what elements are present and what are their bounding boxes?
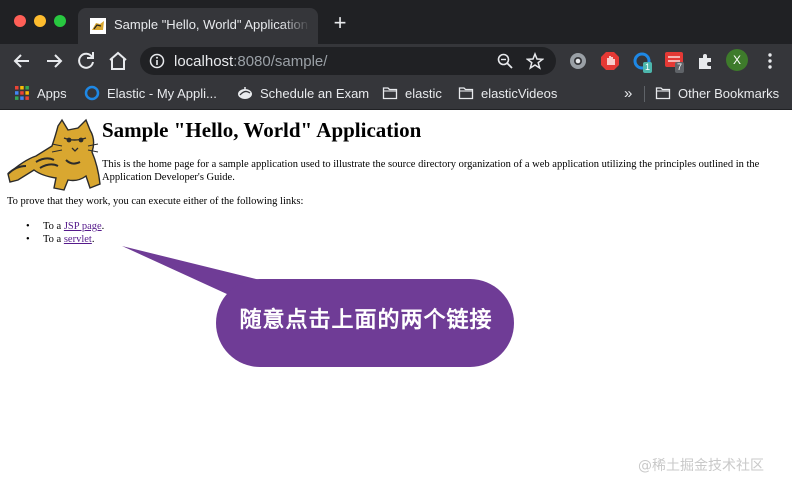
adblock-hand-icon[interactable] xyxy=(600,51,620,71)
bookmark-label: elastic xyxy=(405,85,442,101)
extension-blue-ring-icon[interactable]: 1 xyxy=(632,51,653,73)
url-path: :8080/sample/ xyxy=(233,53,328,70)
bookmark-label: Elastic - My Appli... xyxy=(107,85,217,101)
bookmark-label: Apps xyxy=(37,85,67,101)
bookmark-schedule-exam[interactable]: Schedule an Exam xyxy=(237,84,369,102)
annotation-text: 随意点击上面的两个链接 xyxy=(239,308,493,333)
web-page-content: Sample "Hello, World" Application This i… xyxy=(0,110,792,479)
folder-icon xyxy=(655,87,671,100)
browser-toolbar: localhost:8080/sample/ 1 7 X xyxy=(0,44,792,78)
tomcat-logo-icon xyxy=(7,118,101,191)
other-bookmarks-folder[interactable]: Other Bookmarks xyxy=(655,84,779,102)
bookmark-folder-elastic[interactable]: elastic xyxy=(382,84,442,102)
bookmark-label: Other Bookmarks xyxy=(678,85,780,101)
bookmark-folder-elasticvideos[interactable]: elasticVideos xyxy=(458,84,557,102)
browser-tab[interactable]: Sample "Hello, World" Application xyxy=(78,8,318,44)
minimize-window-button[interactable] xyxy=(34,15,46,27)
link-suffix: . xyxy=(91,234,95,245)
url-text[interactable]: localhost:8080/sample/ xyxy=(174,53,327,70)
new-tab-button[interactable]: + xyxy=(330,12,350,34)
watermark-text: @稀土掘金技术社区 xyxy=(638,458,764,474)
close-window-button[interactable] xyxy=(14,15,26,27)
zoom-window-button[interactable] xyxy=(54,15,66,27)
site-info-icon[interactable] xyxy=(149,53,165,69)
tab-title: Sample "Hello, World" Application xyxy=(114,17,308,32)
apps-grid-icon xyxy=(15,86,29,100)
tab-strip: Sample "Hello, World" Application + xyxy=(0,0,792,44)
back-arrow-icon[interactable] xyxy=(10,49,34,73)
servlet-link[interactable]: servlet xyxy=(64,234,92,245)
folder-icon xyxy=(458,87,474,100)
extension-gray-icon[interactable] xyxy=(568,51,588,71)
link-prefix: To a xyxy=(43,221,64,232)
elastic-icon xyxy=(84,85,100,101)
link-suffix: . xyxy=(101,221,105,232)
bookmarks-bar: Apps Elastic - My Appli... Schedule an E… xyxy=(0,78,792,110)
reload-icon[interactable] xyxy=(74,49,98,73)
bookmark-elastic-my-apps[interactable]: Elastic - My Appli... xyxy=(84,84,217,102)
menu-kebab-icon[interactable] xyxy=(760,50,780,72)
browser-window: Sample "Hello, World" Application + loca… xyxy=(0,0,792,479)
home-icon[interactable] xyxy=(106,49,130,73)
extension-badge-green: 1 xyxy=(643,62,653,73)
list-item: To a JSP page. xyxy=(26,220,104,233)
bookmark-star-icon[interactable] xyxy=(526,52,544,70)
bookmark-label: Schedule an Exam xyxy=(260,85,370,101)
links-list: To a JSP page. To a servlet. xyxy=(26,220,104,246)
folder-icon xyxy=(382,87,398,100)
bookmarks-overflow-button[interactable]: » xyxy=(624,84,632,102)
zoom-magnifier-icon[interactable] xyxy=(496,52,514,70)
address-bar[interactable]: localhost:8080/sample/ xyxy=(140,47,556,75)
list-item: To a servlet. xyxy=(26,233,104,246)
url-host: localhost xyxy=(174,53,234,70)
tomcat-favicon-icon xyxy=(90,18,106,34)
forward-arrow-icon[interactable] xyxy=(42,49,66,73)
prove-paragraph: To prove that they work, you can execute… xyxy=(7,196,304,207)
bookmark-apps[interactable]: Apps xyxy=(14,84,67,102)
exam-icon xyxy=(238,87,252,99)
jsp-page-link[interactable]: JSP page xyxy=(64,221,102,232)
bookmarks-separator xyxy=(644,86,645,102)
extension-red-grid-icon[interactable]: 7 xyxy=(664,51,685,73)
bookmark-label: elasticVideos xyxy=(481,85,558,101)
intro-paragraph: This is the home page for a sample appli… xyxy=(102,159,760,183)
extension-badge-count: 7 xyxy=(675,62,685,73)
page-title: Sample "Hello, World" Application xyxy=(102,118,422,142)
extensions-puzzle-icon[interactable] xyxy=(696,51,716,71)
link-prefix: To a xyxy=(43,234,64,245)
profile-avatar[interactable]: X xyxy=(726,49,748,71)
